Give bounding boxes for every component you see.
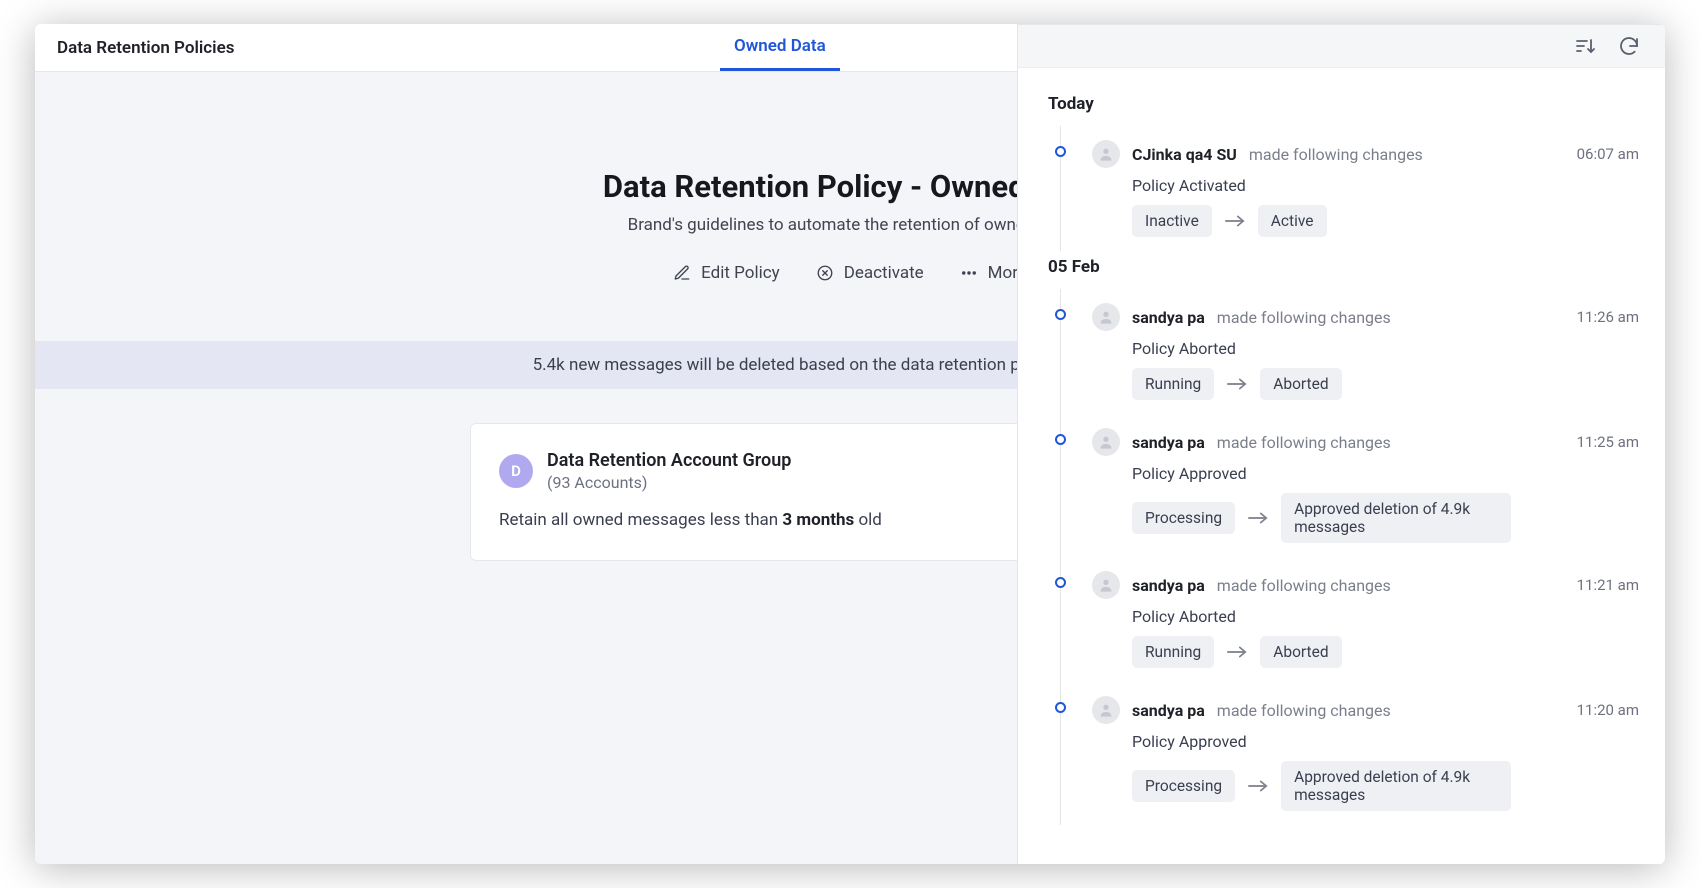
activity-description: Policy Aborted bbox=[1132, 339, 1639, 358]
state-from-chip: Processing bbox=[1132, 502, 1235, 534]
state-to-chip: Approved deletion of 4.9k messages bbox=[1281, 761, 1511, 811]
activity-user: CJinka qa4 SU bbox=[1132, 145, 1237, 164]
activity-user: sandya pa bbox=[1132, 576, 1205, 595]
timeline-dot-icon bbox=[1055, 702, 1066, 713]
state-from-chip: Inactive bbox=[1132, 205, 1212, 237]
user-avatar bbox=[1092, 696, 1120, 724]
user-avatar bbox=[1092, 571, 1120, 599]
activity-time: 11:25 am bbox=[1577, 433, 1639, 451]
activity-time: 11:26 am bbox=[1577, 308, 1639, 326]
circle-x-icon bbox=[816, 264, 834, 282]
activity-verb: made following changes bbox=[1217, 701, 1391, 720]
activity-verb: made following changes bbox=[1217, 433, 1391, 452]
activity-date-label: 05 Feb bbox=[1048, 257, 1639, 277]
user-avatar bbox=[1092, 428, 1120, 456]
state-to-chip: Approved deletion of 4.9k messages bbox=[1281, 493, 1511, 543]
activity-verb: made following changes bbox=[1217, 576, 1391, 595]
arrow-right-icon bbox=[1226, 645, 1248, 659]
sort-icon bbox=[1573, 34, 1597, 58]
state-from-chip: Processing bbox=[1132, 770, 1235, 802]
user-avatar bbox=[1092, 140, 1120, 168]
activity-event: sandya pa made following changes 11:26 am P… bbox=[1056, 289, 1639, 414]
activity-date-label: Today bbox=[1048, 94, 1639, 114]
activity-description: Policy Activated bbox=[1132, 176, 1639, 195]
activity-time: 06:07 am bbox=[1577, 145, 1639, 163]
activity-event: sandya pa made following changes 11:21 am P… bbox=[1056, 557, 1639, 682]
edit-policy-label: Edit Policy bbox=[701, 263, 780, 283]
page-title: Data Retention Policies bbox=[35, 38, 234, 58]
sort-button[interactable] bbox=[1573, 34, 1597, 58]
deactivate-label: Deactivate bbox=[844, 263, 924, 283]
ellipsis-icon bbox=[960, 264, 978, 282]
activity-time: 11:20 am bbox=[1577, 701, 1639, 719]
activity-user: sandya pa bbox=[1132, 701, 1205, 720]
deactivate-button[interactable]: Deactivate bbox=[816, 263, 924, 283]
activity-description: Policy Approved bbox=[1132, 464, 1639, 483]
activity-user: sandya pa bbox=[1132, 433, 1205, 452]
state-to-chip: Aborted bbox=[1260, 636, 1341, 668]
timeline-dot-icon bbox=[1055, 309, 1066, 320]
activity-event: sandya pa made following changes 11:20 am P… bbox=[1056, 682, 1639, 825]
arrow-right-icon bbox=[1247, 511, 1269, 525]
arrow-right-icon bbox=[1247, 779, 1269, 793]
arrow-right-icon bbox=[1224, 214, 1246, 228]
pencil-icon bbox=[673, 264, 691, 282]
activity-verb: made following changes bbox=[1249, 145, 1423, 164]
tab-owned-data[interactable]: Owned Data bbox=[720, 24, 840, 71]
user-avatar bbox=[1092, 303, 1120, 331]
timeline-dot-icon bbox=[1055, 577, 1066, 588]
timeline-dot-icon bbox=[1055, 146, 1066, 157]
activity-panel: Activity TodayCJinka qa4 SUmade followin… bbox=[1017, 24, 1665, 864]
activity-event: sandya pa made following changes 11:25 am P… bbox=[1056, 414, 1639, 557]
state-to-chip: Aborted bbox=[1260, 368, 1341, 400]
activity-time: 11:21 am bbox=[1577, 576, 1639, 594]
edit-policy-button[interactable]: Edit Policy bbox=[673, 263, 780, 283]
state-from-chip: Running bbox=[1132, 368, 1214, 400]
group-avatar: D bbox=[499, 454, 533, 488]
arrow-right-icon bbox=[1226, 377, 1248, 391]
activity-description: Policy Approved bbox=[1132, 732, 1639, 751]
activity-description: Policy Aborted bbox=[1132, 607, 1639, 626]
refresh-icon bbox=[1617, 34, 1641, 58]
refresh-button[interactable] bbox=[1617, 34, 1641, 58]
activity-verb: made following changes bbox=[1217, 308, 1391, 327]
activity-event: CJinka qa4 SU made following changes 06:07… bbox=[1056, 126, 1639, 251]
state-from-chip: Running bbox=[1132, 636, 1214, 668]
state-to-chip: Active bbox=[1258, 205, 1327, 237]
group-subtitle: (93 Accounts) bbox=[547, 473, 791, 492]
activity-user: sandya pa bbox=[1132, 308, 1205, 327]
group-title: Data Retention Account Group bbox=[547, 450, 791, 471]
timeline-dot-icon bbox=[1055, 434, 1066, 445]
